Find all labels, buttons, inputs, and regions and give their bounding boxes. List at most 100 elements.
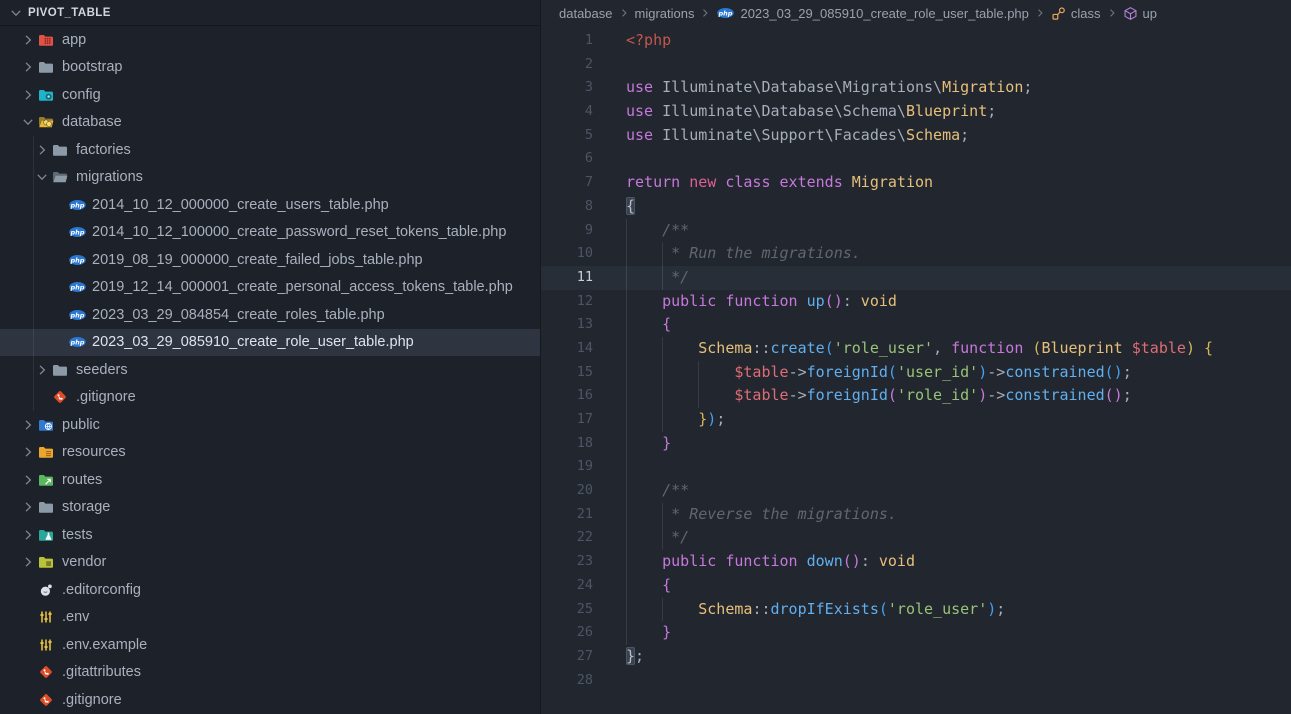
tree-item-migrations[interactable]: migrations [0,164,540,192]
code-line-9[interactable]: 9 /** [541,219,1291,243]
line-number: 2 [541,53,593,77]
line-content: return new class extends Migration [626,171,1291,195]
code-line-19[interactable]: 19 [541,455,1291,479]
tree-item-2019_08_19_000000_create_failed_jobs_table.php[interactable]: php2019_08_19_000000_create_failed_jobs_… [0,246,540,274]
tree-item-factories[interactable]: factories [0,136,540,164]
tree-item-database[interactable]: database [0,109,540,137]
chevron-spacer [18,637,38,653]
indent-guide [626,266,627,290]
code-line-23[interactable]: 23 public function down(): void [541,550,1291,574]
tree-item-.gitignore[interactable]: .gitignore [0,686,540,714]
env-file-icon [38,637,60,653]
chevron-spacer [18,582,38,598]
chevron-right-icon [18,499,38,515]
folder-icon [38,417,60,433]
breadcrumb-item-2023_03_29_085910_create_role_user_table.php[interactable]: php2023_03_29_085910_create_role_user_ta… [716,6,1028,21]
indent-guide [662,361,663,385]
tree-item-.gitattributes[interactable]: .gitattributes [0,659,540,687]
code-line-20[interactable]: 20 /** [541,479,1291,503]
tree-item-seeders[interactable]: seeders [0,356,540,384]
code-line-28[interactable]: 28 [541,669,1291,693]
tree-item-label: seeders [76,362,128,378]
folder-icon [38,87,60,103]
breadcrumb-label: class [1071,6,1101,21]
code-line-8[interactable]: 8{ [541,195,1291,219]
tree-item-public[interactable]: public [0,411,540,439]
indent-guide [626,621,627,645]
folder-icon [52,142,74,158]
code-line-27[interactable]: 27}; [541,645,1291,669]
tree-item-2014_10_12_000000_create_users_table.php[interactable]: php2014_10_12_000000_create_users_table.… [0,191,540,219]
line-number: 27 [541,645,593,669]
line-content [626,53,1291,77]
code-line-21[interactable]: 21 * Reverse the migrations. [541,503,1291,527]
line-number: 28 [541,669,593,693]
code-line-4[interactable]: 4use Illuminate\Database\Schema\Blueprin… [541,100,1291,124]
code-line-13[interactable]: 13 { [541,313,1291,337]
tree-item-.editorconfig[interactable]: .editorconfig [0,576,540,604]
tree-item-storage[interactable]: storage [0,494,540,522]
tree-item-tests[interactable]: tests [0,521,540,549]
line-content [626,455,1291,479]
folder-icon [38,527,60,543]
code-line-25[interactable]: 25 Schema::dropIfExists('role_user'); [541,598,1291,622]
code-line-24[interactable]: 24 { [541,574,1291,598]
line-number: 9 [541,219,593,243]
indent-guide [626,503,627,527]
tree-item-label: .env.example [62,637,147,653]
breadcrumb-item-up[interactable]: up [1123,6,1157,21]
line-number: 22 [541,526,593,550]
tree-item-vendor[interactable]: vendor [0,549,540,577]
tree-item-.gitignore[interactable]: .gitignore [0,384,540,412]
code-line-2[interactable]: 2 [541,53,1291,77]
tree-item-.env.example[interactable]: .env.example [0,631,540,659]
breadcrumb-item-migrations[interactable]: migrations [635,6,695,21]
tree-item-routes[interactable]: routes [0,466,540,494]
tree-item-resources[interactable]: resources [0,439,540,467]
line-number: 18 [541,432,593,456]
code-line-15[interactable]: 15 $table->foreignId('user_id')->constra… [541,361,1291,385]
chevron-right-icon [18,417,38,433]
code-line-22[interactable]: 22 */ [541,526,1291,550]
code-line-6[interactable]: 6 [541,147,1291,171]
svg-text:php: php [70,339,85,347]
code-line-11[interactable]: 11 */ [541,266,1291,290]
tree-item-2023_03_29_085910_create_role_user_table.php[interactable]: php2023_03_29_085910_create_role_user_ta… [0,329,540,357]
line-number: 1 [541,29,593,53]
app-folder-icon [38,32,60,48]
line-number: 21 [541,503,593,527]
tree-item-2019_12_14_000001_create_personal_access_tokens_table.php[interactable]: php2019_12_14_000001_create_personal_acc… [0,274,540,302]
breadcrumb-item-class[interactable]: class [1051,6,1101,21]
breadcrumb: database migrations php2023_03_29_085910_c… [541,0,1291,26]
tree-item-label: config [62,87,101,103]
code-line-7[interactable]: 7return new class extends Migration [541,171,1291,195]
code-line-26[interactable]: 26 } [541,621,1291,645]
code-area[interactable]: 1<?php23use Illuminate\Database\Migratio… [541,26,1291,692]
chevron-spacer [18,664,38,680]
indent-guide [662,266,663,290]
code-line-10[interactable]: 10 * Run the migrations. [541,242,1291,266]
breadcrumb-item-database[interactable]: database [559,6,613,21]
tree-item-.env[interactable]: .env [0,604,540,632]
code-line-14[interactable]: 14 Schema::create('role_user', function … [541,337,1291,361]
indent-guide [626,574,627,598]
tree-item-config[interactable]: config [0,81,540,109]
code-line-17[interactable]: 17 }); [541,408,1291,432]
tree-item-2014_10_12_100000_create_password_reset_tokens_table.php[interactable]: php2014_10_12_100000_create_password_res… [0,219,540,247]
line-content: /** [626,219,1291,243]
code-line-18[interactable]: 18 } [541,432,1291,456]
line-content: * Reverse the migrations. [626,503,1291,527]
code-line-1[interactable]: 1<?php [541,29,1291,53]
code-line-5[interactable]: 5use Illuminate\Support\Facades\Schema; [541,124,1291,148]
folder-icon [52,169,74,185]
code-line-3[interactable]: 3use Illuminate\Database\Migrations\Migr… [541,76,1291,100]
code-line-12[interactable]: 12 public function up(): void [541,290,1291,314]
tree-item-2023_03_29_084854_create_roles_table.php[interactable]: php2023_03_29_084854_create_roles_table.… [0,301,540,329]
line-content [626,147,1291,171]
explorer-header[interactable]: PIVOT_TABLE [0,0,540,26]
tree-item-bootstrap[interactable]: bootstrap [0,54,540,82]
line-number: 3 [541,76,593,100]
line-content: */ [626,266,1291,290]
code-line-16[interactable]: 16 $table->foreignId('role_id')->constra… [541,384,1291,408]
tree-item-app[interactable]: app [0,26,540,54]
